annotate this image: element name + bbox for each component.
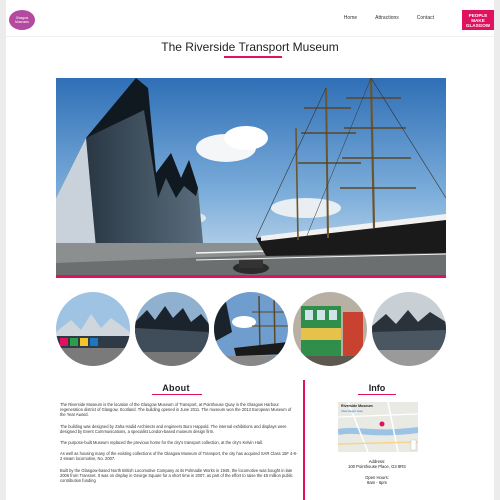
glasgow-museums-logo[interactable]: Glasgow Museums	[9, 10, 35, 30]
page: Glasgow Museums Home Attractions Contact…	[6, 0, 494, 500]
nav-link-contact[interactable]: Contact	[417, 15, 434, 21]
thumbnail-tall-ship[interactable]	[214, 292, 288, 366]
zoom-controls-icon	[410, 439, 417, 451]
top-nav: Glasgow Museums Home Attractions Contact…	[6, 0, 494, 37]
embedded-map[interactable]: Riverside Museum View larger map	[338, 402, 418, 452]
brand-line-3: GLASGOW	[465, 22, 491, 28]
nav-link-attractions[interactable]: Attractions	[375, 15, 399, 21]
museum-and-tall-ship-photo	[56, 78, 446, 278]
contact-details: Address: 100 Pointhouse Place, G3 8RS Op…	[308, 459, 446, 486]
info-heading: Info	[368, 383, 386, 393]
page-title: The Riverside Transport Museum	[161, 40, 339, 54]
thumbnail-museum-exterior-colourful[interactable]	[56, 292, 130, 366]
about-paragraph: The Riverside Museum is the location of …	[60, 402, 292, 418]
about-paragraph: The purpose-built Museum replaced the pr…	[60, 440, 263, 446]
nav-link-home[interactable]: Home	[344, 15, 357, 21]
about-paragraph: Built by the Glasgow-based North British…	[60, 467, 293, 484]
hours-value: 8am - 6pm	[366, 480, 387, 486]
title-underline	[224, 56, 282, 58]
map-pin-icon	[379, 421, 385, 427]
nav-links: Home Attractions Contact	[326, 15, 434, 21]
about-text: The Riverside Museum is the location of …	[60, 402, 298, 489]
map-place-name: Riverside Museum	[341, 404, 373, 408]
thumbnail-museum-zigzag-roof[interactable]	[135, 292, 209, 366]
logo-text-2: Museums	[15, 20, 29, 24]
hero-image	[56, 78, 446, 278]
thumbnail-green-tram[interactable]	[293, 292, 367, 366]
thumbnail-gallery	[56, 292, 446, 368]
section-divider	[303, 380, 305, 500]
view-larger-map-link[interactable]: View larger map	[341, 409, 363, 413]
about-paragraph: The building was designed by Zaha Hadid …	[60, 423, 287, 434]
about-heading: About	[162, 383, 190, 393]
info-underline	[358, 394, 396, 396]
people-make-glasgow-badge[interactable]: PEOPLE MAKE GLASGOW	[462, 10, 494, 30]
about-underline	[152, 394, 202, 396]
about-paragraph: As well as housing many of the existing …	[60, 451, 298, 462]
thumbnail-museum-grey-sky[interactable]	[372, 292, 446, 366]
